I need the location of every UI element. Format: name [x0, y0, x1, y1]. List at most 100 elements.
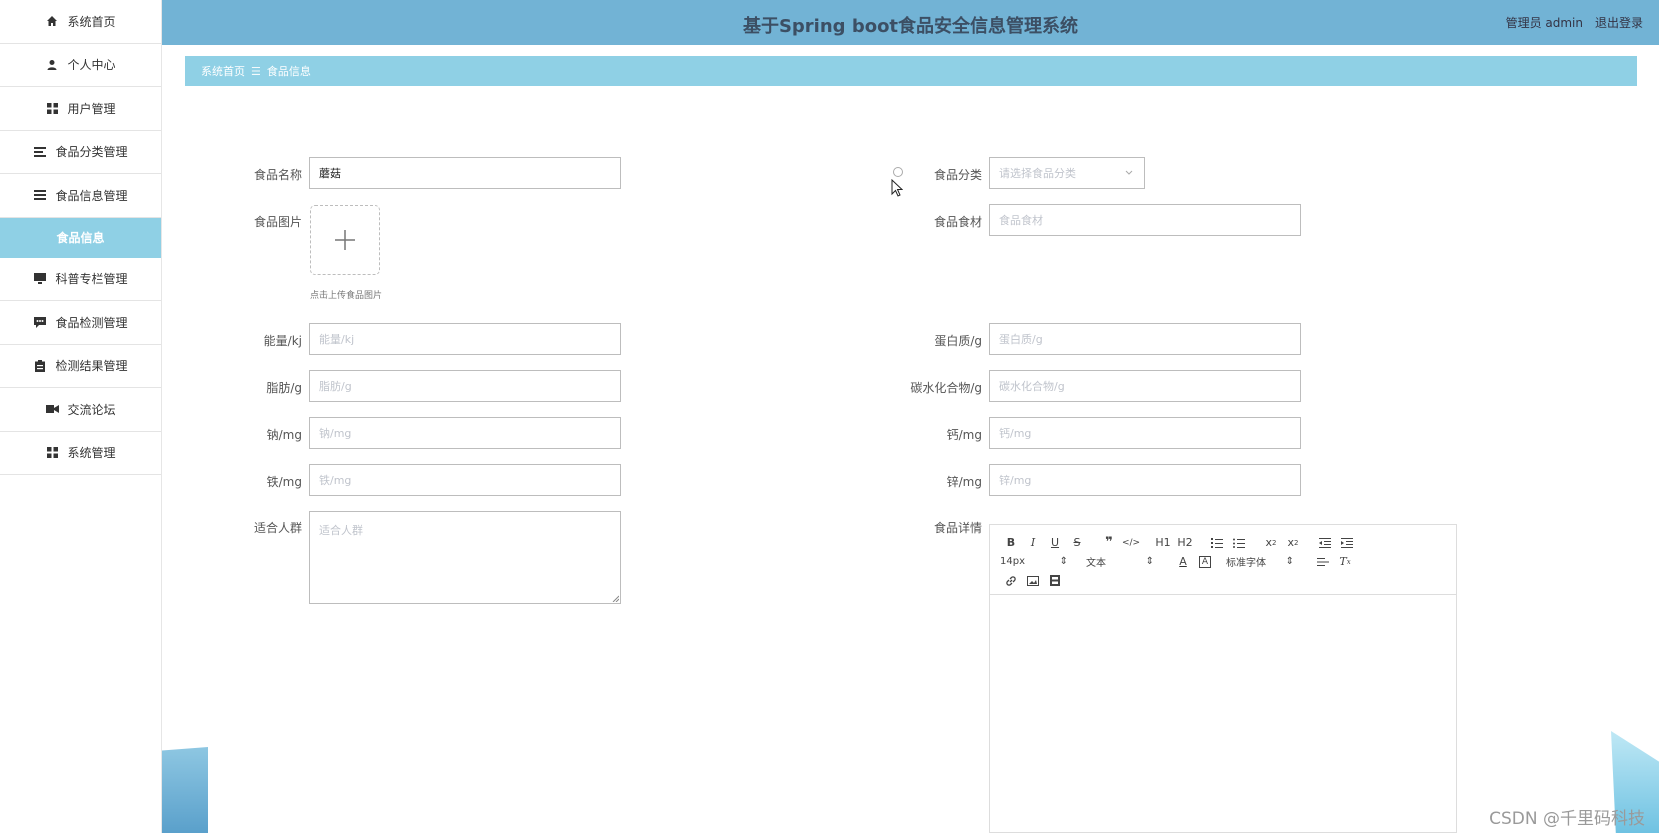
heading2-button[interactable]: H2: [1174, 534, 1196, 552]
sodium-label: 钠/mg: [266, 428, 302, 442]
sidebar-item-label: 检测结果管理: [55, 359, 128, 374]
energy-input[interactable]: 能量/kj: [309, 323, 621, 355]
sidebar-item-inspection[interactable]: 食品检测管理: [0, 301, 161, 345]
calcium-label: 钙/mg: [946, 428, 982, 442]
editor-content-area[interactable]: [990, 595, 1456, 833]
editor-toolbar: B I U S ❞ </> H1 H2 x2 x2 14px ⇕ 文本 ⇕ A A …: [990, 525, 1456, 595]
fat-input[interactable]: 脂肪/g: [309, 370, 621, 402]
logout-link[interactable]: 退出登录: [1595, 14, 1643, 31]
sodium-input[interactable]: 钠/mg: [309, 417, 621, 449]
food-name-input[interactable]: 蘑菇: [309, 157, 621, 189]
toolbar-row-2: 14px ⇕ 文本 ⇕ A A 标准字体 ⇕ Tx: [1000, 552, 1446, 571]
top-header: 基于Spring boot食品安全信息管理系统 管理员 admin 退出登录: [162, 0, 1659, 45]
category-placeholder: 请选择食品分类: [999, 167, 1076, 180]
select-arrows-icon: ⇕: [1285, 556, 1294, 567]
iron-input[interactable]: 铁/mg: [309, 464, 621, 496]
carbs-label: 碳水化合物/g: [910, 381, 982, 395]
select-arrows-icon: ⇕: [1145, 556, 1154, 567]
energy-label: 能量/kj: [263, 334, 302, 348]
sidebar-item-label: 交流论坛: [67, 402, 116, 417]
protein-label: 蛋白质/g: [934, 334, 982, 348]
calcium-input[interactable]: 钙/mg: [989, 417, 1301, 449]
image-icon[interactable]: [1022, 572, 1044, 590]
sodium-placeholder: 钠/mg: [319, 427, 352, 440]
code-icon[interactable]: </>: [1120, 534, 1142, 552]
breadcrumb: 系统首页 ☰ 食品信息: [185, 56, 1637, 86]
underline-icon[interactable]: U: [1044, 534, 1066, 552]
protein-placeholder: 蛋白质/g: [999, 333, 1043, 346]
plus-icon: [335, 230, 355, 250]
decorative-shape-left: [162, 747, 208, 833]
blockquote-icon[interactable]: ❞: [1098, 534, 1120, 552]
heading1-button[interactable]: H1: [1152, 534, 1174, 552]
zinc-input[interactable]: 锌/mg: [989, 464, 1301, 496]
details-label: 食品详情: [933, 521, 982, 535]
user-icon: [45, 58, 59, 72]
chat-icon: [33, 315, 47, 329]
monitor-icon: [33, 272, 47, 286]
breadcrumb-home[interactable]: 系统首页: [201, 63, 245, 79]
category-select[interactable]: 请选择食品分类: [989, 157, 1145, 189]
font-family-select[interactable]: 标准字体 ⇕: [1226, 554, 1294, 569]
iron-label: 铁/mg: [266, 475, 302, 489]
carbs-input[interactable]: 碳水化合物/g: [989, 370, 1301, 402]
breadcrumb-separator: ☰: [251, 64, 261, 78]
breadcrumb-current: 食品信息: [266, 65, 311, 78]
bold-icon[interactable]: B: [1000, 534, 1022, 552]
sidebar-item-food-category[interactable]: 食品分类管理: [0, 131, 161, 174]
calcium-placeholder: 钙/mg: [999, 427, 1032, 440]
sidebar-item-food-info[interactable]: 食品信息: [0, 217, 161, 258]
sidebar: 系统首页 个人中心 用户管理 食品分类管理 食品信息管理 食品信息 科普专栏管理…: [0, 0, 162, 833]
protein-input[interactable]: 蛋白质/g: [989, 323, 1301, 355]
toolbar-row-1: B I U S ❞ </> H1 H2 x2 x2: [1000, 533, 1446, 552]
font-family-value: 标准字体: [1226, 558, 1266, 569]
rich-text-editor: B I U S ❞ </> H1 H2 x2 x2 14px ⇕ 文本 ⇕ A A …: [989, 524, 1457, 833]
strikethrough-icon[interactable]: S: [1066, 534, 1088, 552]
sidebar-item-profile[interactable]: 个人中心: [0, 44, 161, 87]
sidebar-item-label: 个人中心: [67, 58, 116, 73]
background-color-icon[interactable]: A: [1194, 553, 1216, 571]
font-size-select[interactable]: 14px ⇕: [1000, 556, 1068, 567]
sidebar-item-science[interactable]: 科普专栏管理: [0, 258, 161, 301]
superscript-icon[interactable]: x2: [1282, 534, 1304, 552]
toolbar-row-3: [1000, 571, 1446, 590]
grid-icon: [45, 446, 59, 460]
audience-placeholder: 适合人群: [319, 524, 363, 537]
home-icon: [45, 14, 59, 28]
ordered-list-icon[interactable]: [1206, 534, 1228, 552]
sidebar-item-results[interactable]: 检测结果管理: [0, 345, 161, 388]
bullet-list-icon[interactable]: [1228, 534, 1250, 552]
text-style-select[interactable]: 文本 ⇕: [1086, 554, 1154, 569]
sidebar-item-label: 系统管理: [67, 446, 116, 461]
list-icon: [33, 188, 47, 202]
image-upload-button[interactable]: [310, 205, 380, 275]
ingredients-input[interactable]: 食品食材: [989, 204, 1301, 236]
sidebar-item-forum[interactable]: 交流论坛: [0, 388, 161, 432]
sidebar-item-label: 食品信息管理: [55, 188, 128, 203]
indent-icon[interactable]: [1336, 534, 1358, 552]
sidebar-item-users[interactable]: 用户管理: [0, 87, 161, 131]
subscript-icon[interactable]: x2: [1260, 534, 1282, 552]
align-icon[interactable]: [1312, 553, 1334, 571]
video-embed-icon[interactable]: [1044, 572, 1066, 590]
watermark: CSDN @千里码科技: [1489, 809, 1645, 829]
chevron-down-icon: [1125, 170, 1133, 175]
clear-format-icon[interactable]: Tx: [1334, 553, 1356, 571]
sidebar-item-label: 用户管理: [67, 101, 116, 116]
link-icon[interactable]: [1000, 572, 1022, 590]
outdent-icon[interactable]: [1314, 534, 1336, 552]
font-color-icon[interactable]: A: [1172, 553, 1194, 571]
select-arrows-icon: ⇕: [1059, 556, 1068, 567]
italic-icon[interactable]: I: [1022, 534, 1044, 552]
sidebar-item-label: 食品分类管理: [55, 145, 128, 160]
resize-handle-icon[interactable]: [611, 594, 619, 602]
sidebar-item-food-info-mgmt[interactable]: 食品信息管理: [0, 174, 161, 218]
current-user: 管理员 admin: [1505, 16, 1583, 30]
iron-placeholder: 铁/mg: [319, 474, 352, 487]
sidebar-item-home[interactable]: 系统首页: [0, 0, 161, 44]
energy-placeholder: 能量/kj: [319, 333, 355, 346]
fat-placeholder: 脂肪/g: [319, 380, 352, 393]
category-label: 食品分类: [933, 168, 982, 182]
audience-textarea[interactable]: 适合人群: [309, 511, 621, 604]
sidebar-item-system[interactable]: 系统管理: [0, 432, 161, 475]
